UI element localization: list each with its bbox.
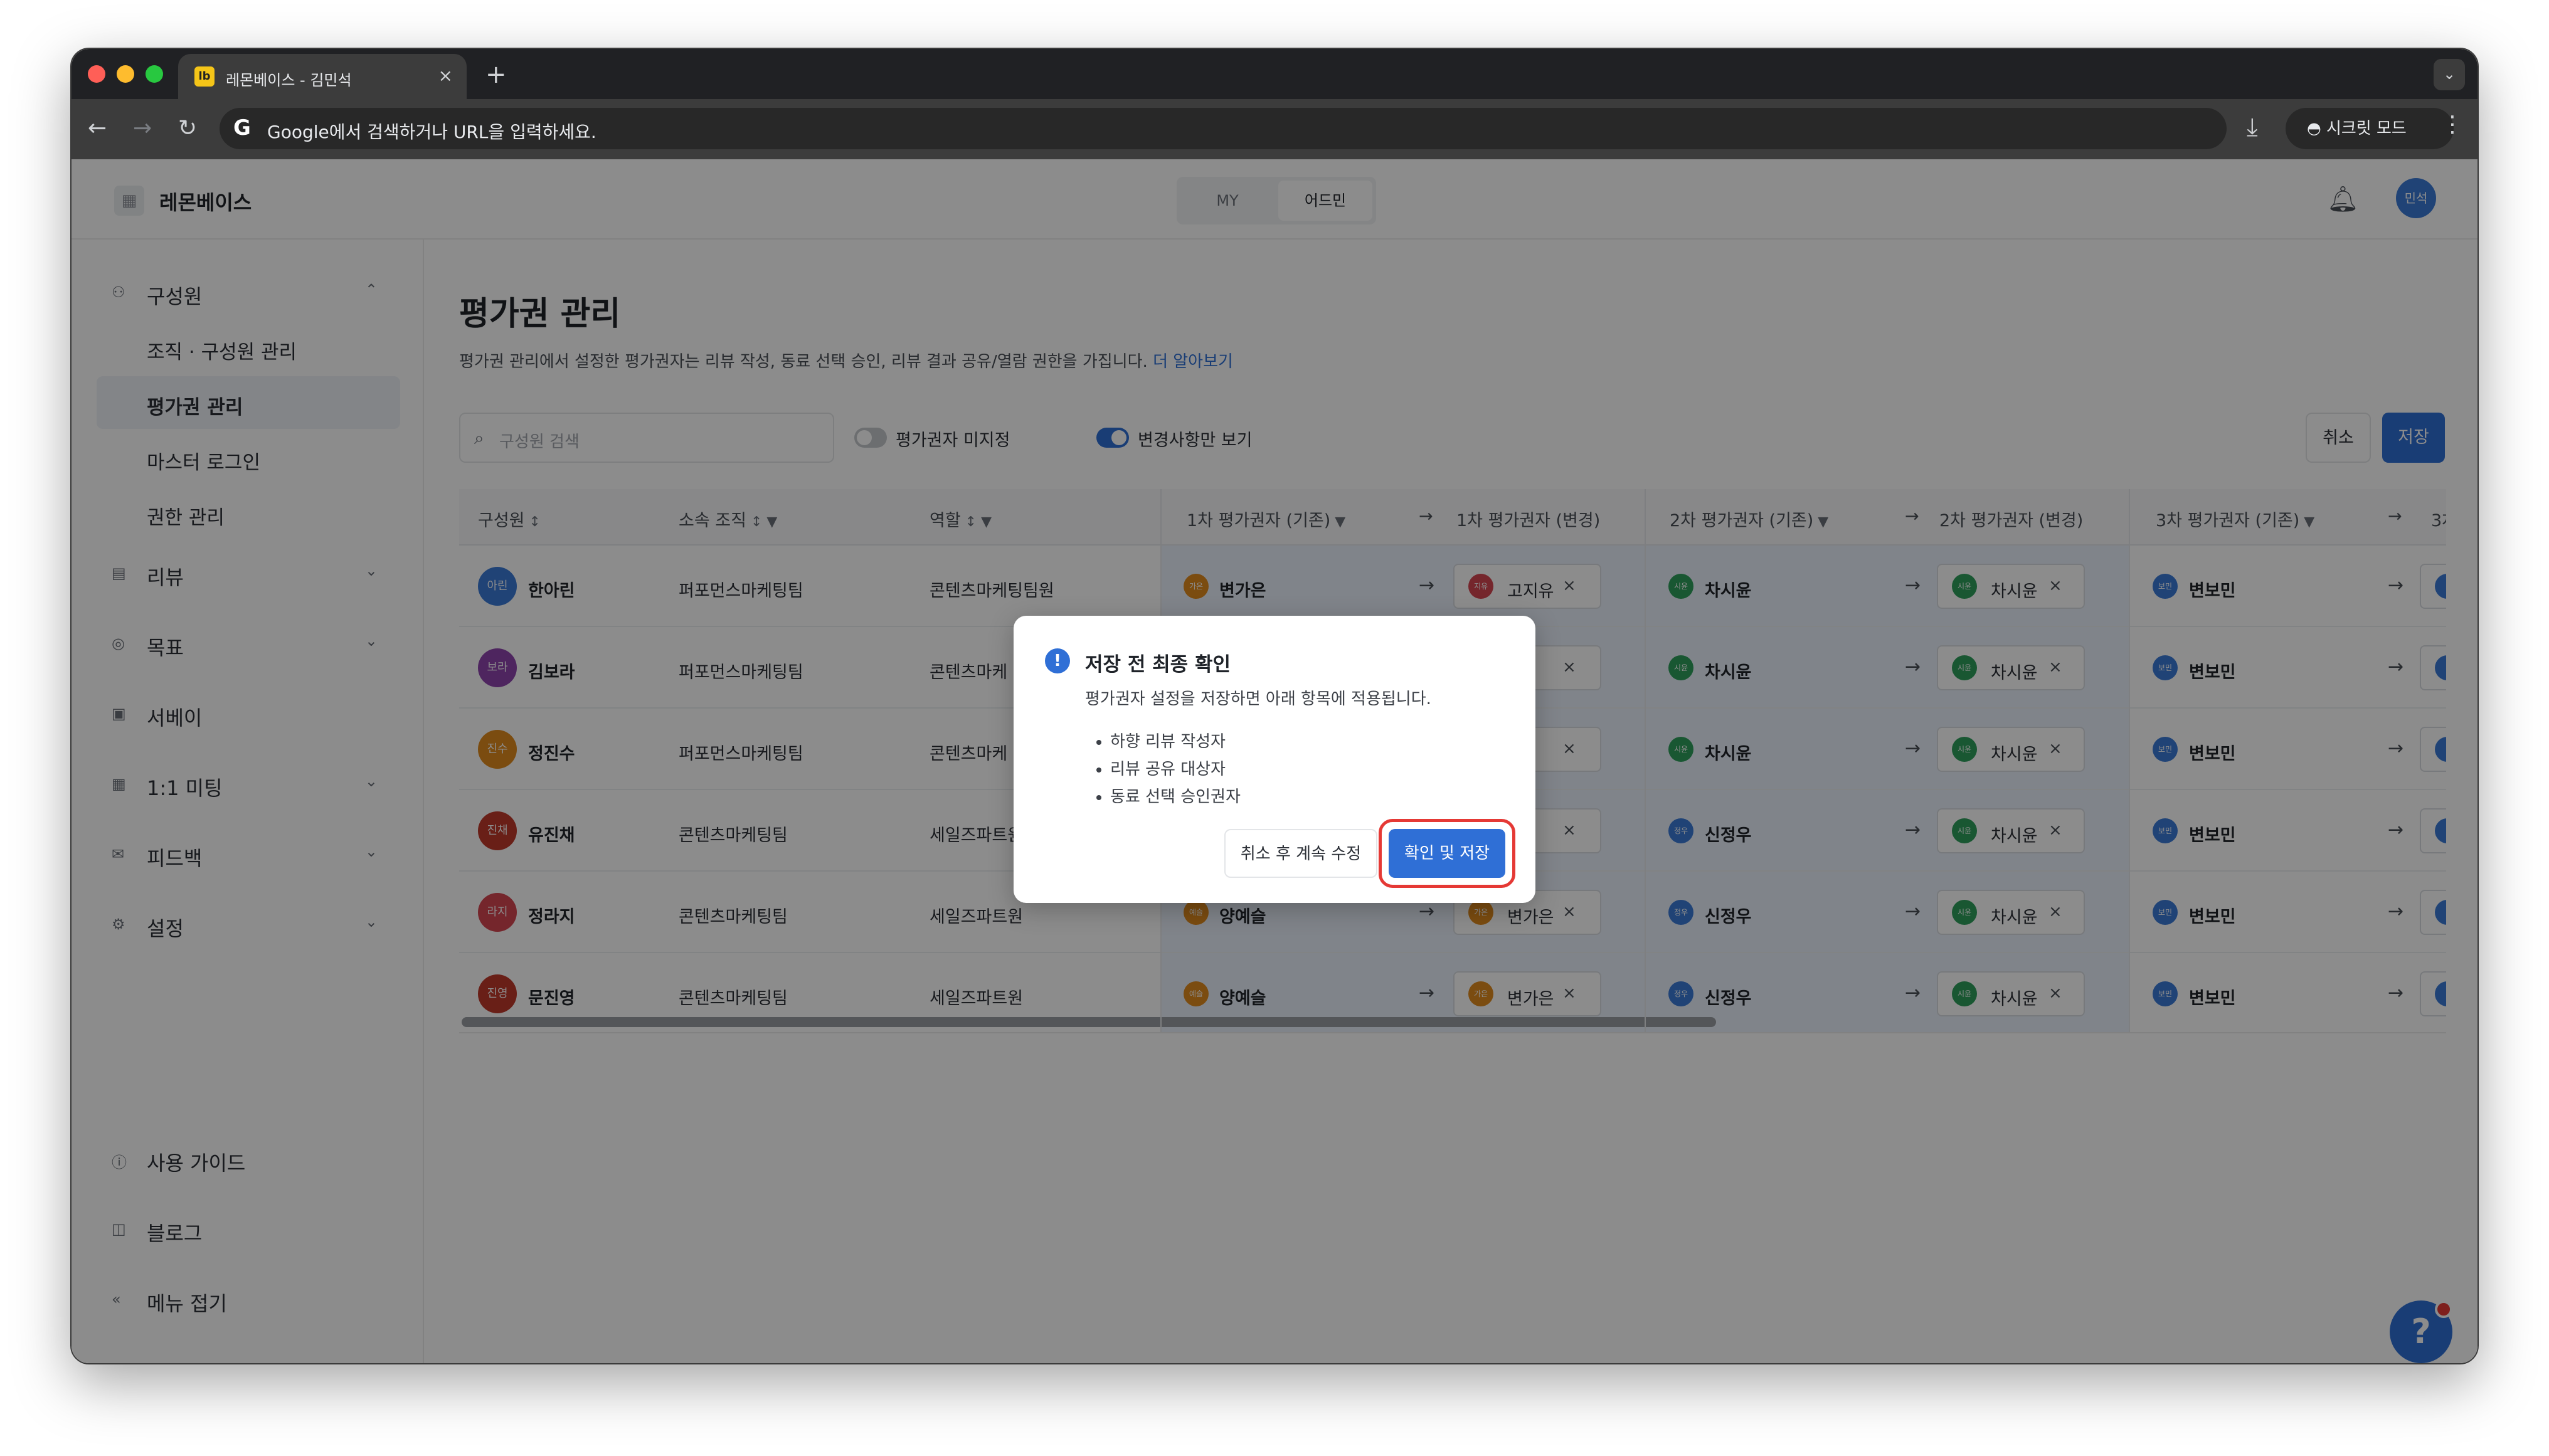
close-tab-icon[interactable]: × bbox=[438, 65, 453, 86]
url-input[interactable]: G Google에서 검색하거나 URL을 입력하세요. bbox=[220, 108, 2227, 149]
incognito-label: 시크릿 모드 bbox=[2326, 119, 2407, 138]
list-item: 동료 선택 승인권자 bbox=[1110, 784, 1241, 811]
incognito-badge[interactable]: ◓ 시크릿 모드 bbox=[2286, 108, 2454, 149]
back-icon[interactable]: ← bbox=[88, 115, 107, 141]
maximize-window-button[interactable] bbox=[146, 65, 163, 83]
dialog-title: 저장 전 최종 확인 bbox=[1085, 653, 1231, 676]
new-tab-button[interactable]: + bbox=[485, 60, 507, 89]
info-icon: ! bbox=[1045, 648, 1070, 673]
reload-icon[interactable]: ↻ bbox=[178, 115, 197, 141]
url-placeholder: Google에서 검색하거나 URL을 입력하세요. bbox=[267, 122, 596, 142]
cancel-and-continue-button[interactable]: 취소 후 계속 수정 bbox=[1224, 829, 1377, 878]
confirm-dialog: ! 저장 전 최종 확인 평가권자 설정을 저장하면 아래 항목에 적용됩니다.… bbox=[1014, 616, 1535, 903]
browser-menu-icon[interactable]: ⋮ bbox=[2441, 112, 2464, 137]
tab-title: 레몬베이스 - 김민석 bbox=[226, 71, 352, 89]
dialog-item-list: 하향 리뷰 작성자 리뷰 공유 대상자 동료 선택 승인권자 bbox=[1110, 729, 1241, 811]
forward-icon[interactable]: → bbox=[133, 115, 152, 141]
browser-tab[interactable]: lb 레몬베이스 - 김민석 × bbox=[178, 54, 467, 99]
close-window-button[interactable] bbox=[88, 65, 105, 83]
tab-search-chevron-icon[interactable]: ⌄ bbox=[2434, 59, 2465, 90]
minimize-window-button[interactable] bbox=[117, 65, 134, 83]
google-icon: G bbox=[233, 115, 251, 140]
favicon-icon: lb bbox=[194, 66, 215, 87]
tab-bar: lb 레몬베이스 - 김민석 × + ⌄ bbox=[72, 49, 2477, 99]
address-bar: ← → ↻ G Google에서 검색하거나 URL을 입력하세요. ⤓ ◓ 시… bbox=[72, 99, 2477, 159]
list-item: 리뷰 공유 대상자 bbox=[1110, 756, 1241, 784]
list-item: 하향 리뷰 작성자 bbox=[1110, 729, 1241, 756]
incognito-icon: ◓ bbox=[2307, 119, 2326, 138]
confirm-save-button[interactable]: 확인 및 저장 bbox=[1389, 829, 1505, 878]
dialog-description: 평가권자 설정을 저장하면 아래 항목에 적용됩니다. bbox=[1085, 690, 1431, 709]
download-icon[interactable]: ⤓ bbox=[2247, 113, 2258, 142]
